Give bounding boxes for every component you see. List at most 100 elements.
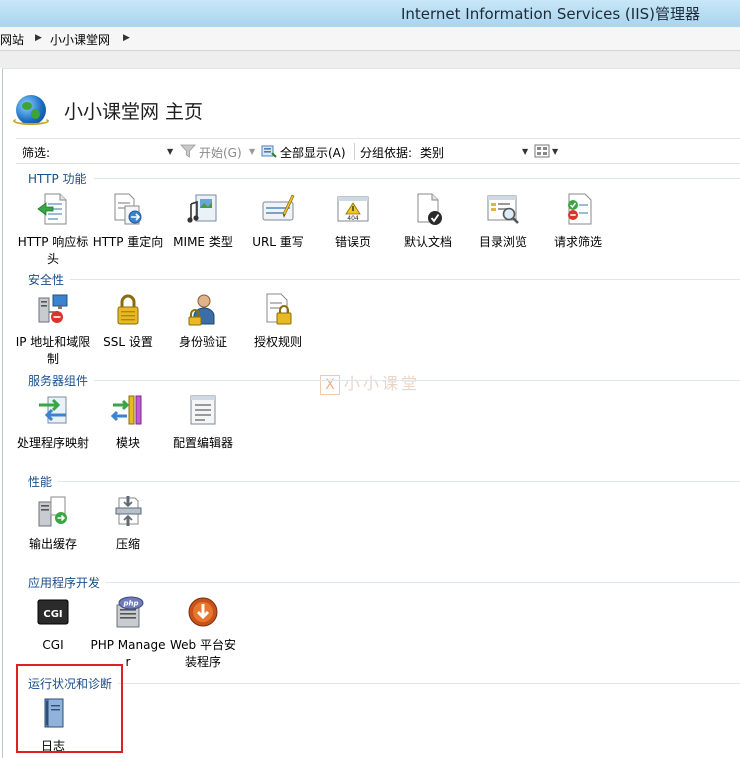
php-manager-icon: php: [116, 596, 144, 628]
feature-label: 压缩: [115, 537, 140, 551]
funnel-icon[interactable]: [180, 144, 196, 158]
feature-label: 身份验证: [178, 335, 227, 349]
feature-mime-types[interactable]: MIME 类型: [165, 192, 241, 251]
directory-browsing-icon: [487, 195, 519, 224]
feature-label: IP 地址和域限制: [15, 335, 91, 366]
feature-error-pages[interactable]: 404 错误页: [315, 192, 391, 251]
feature-label: 授权规则: [253, 335, 302, 349]
feature-label: 模块: [115, 436, 140, 450]
start-dropdown-icon[interactable]: ▼: [249, 147, 255, 156]
view-dropdown-icon[interactable]: ▼: [552, 147, 558, 156]
group-divider: [58, 481, 740, 482]
group-divider: [94, 380, 740, 381]
watermark: X 小小课堂: [320, 370, 420, 395]
watermark-text: 小小课堂: [344, 374, 421, 393]
configuration-editor-icon: [190, 395, 216, 425]
feature-http-response-headers[interactable]: HTTP 响应标头: [15, 192, 91, 268]
highlight-box: [16, 664, 123, 753]
feature-authorization-rules[interactable]: 授权规则: [240, 292, 316, 351]
breadcrumb-site[interactable]: 小小课堂网: [50, 31, 110, 48]
page-title: 小小课堂网 主页: [64, 101, 204, 123]
window-title: Internet Information Services (IIS)管理器: [400, 5, 700, 23]
feature-cgi[interactable]: CGI CGI: [15, 595, 91, 654]
show-all-button[interactable]: 全部显示(A): [280, 144, 346, 161]
feature-http-redirect[interactable]: HTTP 重定向: [90, 192, 166, 251]
web-platform-installer-icon: [188, 597, 218, 627]
group-divider: [106, 582, 740, 583]
request-filtering-icon: [568, 193, 592, 225]
error-pages-icon: 404: [337, 196, 369, 222]
group-divider: [118, 683, 740, 684]
feature-label: CGI: [42, 638, 64, 652]
default-document-icon: [417, 193, 442, 225]
ip-domain-restrictions-icon: [38, 294, 68, 323]
authentication-icon: [188, 294, 215, 326]
group-by-select[interactable]: 类别: [420, 144, 444, 161]
feature-directory-browsing[interactable]: 目录浏览: [465, 192, 541, 251]
start-button[interactable]: 开始(G): [199, 144, 242, 161]
feature-configuration-editor[interactable]: 配置编辑器: [165, 393, 241, 452]
svg-text:404: 404: [347, 215, 359, 222]
feature-url-rewrite[interactable]: URL 重写: [240, 192, 316, 251]
url-rewrite-icon: [262, 194, 295, 221]
breadcrumb-separator-icon[interactable]: ▶: [123, 33, 130, 43]
compression-icon: [115, 496, 142, 526]
feature-label: 错误页: [334, 235, 371, 249]
filter-label: 筛选:: [22, 146, 51, 160]
feature-label: 默认文档: [403, 235, 452, 249]
feature-label: HTTP 响应标头: [17, 235, 89, 266]
feature-php-manager[interactable]: php PHP Manager: [90, 595, 166, 671]
feature-ssl-settings[interactable]: SSL 设置: [90, 292, 166, 351]
group-by-dropdown-icon[interactable]: ▼: [522, 147, 528, 156]
feature-label: SSL 设置: [103, 335, 153, 349]
mime-types-icon: [187, 194, 217, 223]
group-by-label: 分组依据:: [360, 146, 413, 160]
feature-label: 输出缓存: [28, 537, 77, 551]
authorization-rules-icon: [266, 293, 292, 325]
ssl-settings-icon: [117, 294, 139, 325]
breadcrumb-sites[interactable]: 网站: [0, 31, 24, 48]
feature-label: 目录浏览: [478, 235, 527, 249]
svg-text:CGI: CGI: [43, 609, 62, 620]
handler-mappings-icon: [39, 396, 67, 424]
group-title-http: HTTP 功能: [28, 172, 87, 186]
feature-label: URL 重写: [252, 235, 304, 249]
http-response-headers-icon: [37, 193, 67, 225]
group-title-server-components: 服务器组件: [28, 374, 89, 388]
feature-label: Web 平台安装程序: [170, 638, 236, 669]
toolbar-divider: [354, 143, 355, 160]
view-icon[interactable]: [534, 144, 550, 158]
breadcrumb-separator-icon[interactable]: ▶: [35, 33, 42, 43]
show-all-icon[interactable]: [261, 144, 277, 158]
group-title-security: 安全性: [28, 273, 65, 287]
cgi-icon: CGI: [37, 599, 69, 625]
address-bar: 网站 ▶ 小小课堂网 ▶: [0, 27, 740, 51]
watermark-logo-icon: X: [320, 375, 340, 395]
group-divider: [94, 178, 740, 179]
feature-ip-domain-restrictions[interactable]: IP 地址和域限制: [15, 292, 91, 368]
group-divider: [70, 279, 740, 280]
feature-label: HTTP 重定向: [92, 235, 164, 249]
feature-label: 配置编辑器: [172, 436, 233, 450]
feature-default-document[interactable]: 默认文档: [390, 192, 466, 251]
feature-compression[interactable]: 压缩: [90, 494, 166, 553]
filter-dropdown-icon[interactable]: ▼: [167, 147, 173, 156]
title-bar: Internet Information Services (IIS)管理器: [0, 0, 740, 27]
feature-authentication[interactable]: 身份验证: [165, 292, 241, 351]
feature-label: 处理程序映射: [16, 436, 89, 450]
feature-label: MIME 类型: [173, 235, 233, 249]
feature-label: 请求筛选: [553, 235, 602, 249]
feature-request-filtering[interactable]: 请求筛选: [540, 192, 616, 251]
output-caching-icon: [38, 496, 67, 527]
modules-icon: [110, 395, 142, 425]
feature-modules[interactable]: 模块: [90, 393, 166, 452]
feature-output-caching[interactable]: 输出缓存: [15, 494, 91, 553]
header-gap: [0, 51, 740, 68]
feature-web-platform-installer[interactable]: Web 平台安装程序: [165, 595, 241, 671]
http-redirect-icon: [114, 193, 142, 225]
feature-handler-mappings[interactable]: 处理程序映射: [15, 393, 91, 452]
site-globe-icon: [13, 95, 49, 125]
svg-text:php: php: [122, 600, 138, 608]
filter-toolbar: 筛选: ▼ 开始(G) ▼ 全部显示(A) 分组依据: 类别 ▼ ▼: [16, 138, 740, 164]
group-title-performance: 性能: [28, 475, 53, 489]
